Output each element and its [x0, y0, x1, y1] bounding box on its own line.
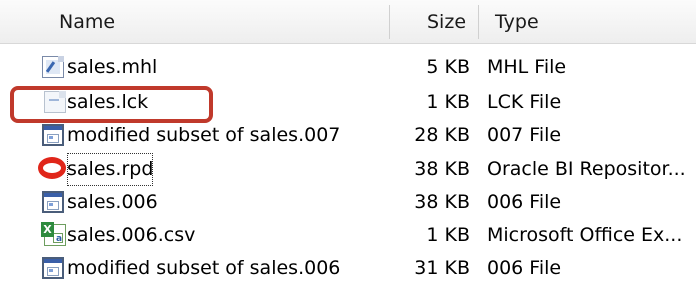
file-row[interactable]: modified subset of sales.006 31 KB 006 F… [0, 252, 696, 285]
file-size: 1 KB [426, 224, 470, 246]
file-row[interactable]: sales.006 38 KB 006 File [0, 186, 696, 219]
file-type: 006 File [487, 257, 562, 279]
column-header-type[interactable]: Type [495, 0, 539, 44]
file-type: MHL File [487, 56, 567, 78]
column-header-size[interactable]: Size [427, 0, 466, 44]
file-name: sales.006.csv [67, 224, 196, 246]
oracle-icon [38, 157, 66, 179]
file-type: Oracle BI Repositor... [487, 158, 686, 180]
file-size: 28 KB [414, 124, 470, 146]
file-type: 006 File [487, 191, 562, 213]
window-file-icon [42, 191, 64, 213]
column-header-name[interactable]: Name [59, 0, 115, 44]
column-divider[interactable] [478, 5, 479, 39]
file-row[interactable]: sales.mhl 5 KB MHL File [0, 51, 696, 84]
column-divider[interactable] [389, 5, 390, 39]
file-type: Microsoft Office Ex... [487, 224, 683, 246]
file-name: modified subset of sales.006 [67, 257, 341, 279]
file-row[interactable]: sales.rpd 38 KB Oracle BI Repositor... [0, 153, 696, 186]
file-size: 38 KB [414, 191, 470, 213]
file-name: sales.006 [67, 191, 158, 213]
file-size: 5 KB [426, 56, 470, 78]
file-size: 1 KB [426, 91, 470, 113]
excel-file-icon: aX [41, 222, 66, 246]
annotation-highlight-box [10, 86, 213, 123]
file-size: 31 KB [414, 257, 470, 279]
mhl-file-icon [42, 56, 64, 78]
window-file-icon [42, 257, 64, 279]
file-row[interactable]: modified subset of sales.007 28 KB 007 F… [0, 119, 696, 152]
column-header-bar: Name Size Type [0, 0, 696, 44]
file-name: sales.mhl [67, 56, 158, 78]
file-name: sales.rpd [67, 153, 154, 186]
window-file-icon [42, 124, 64, 146]
file-row[interactable]: aX sales.006.csv 1 KB Microsoft Office E… [0, 219, 696, 252]
file-type: LCK File [487, 91, 562, 113]
file-size: 38 KB [414, 158, 470, 180]
file-type: 007 File [487, 124, 562, 146]
file-name: modified subset of sales.007 [67, 124, 341, 146]
